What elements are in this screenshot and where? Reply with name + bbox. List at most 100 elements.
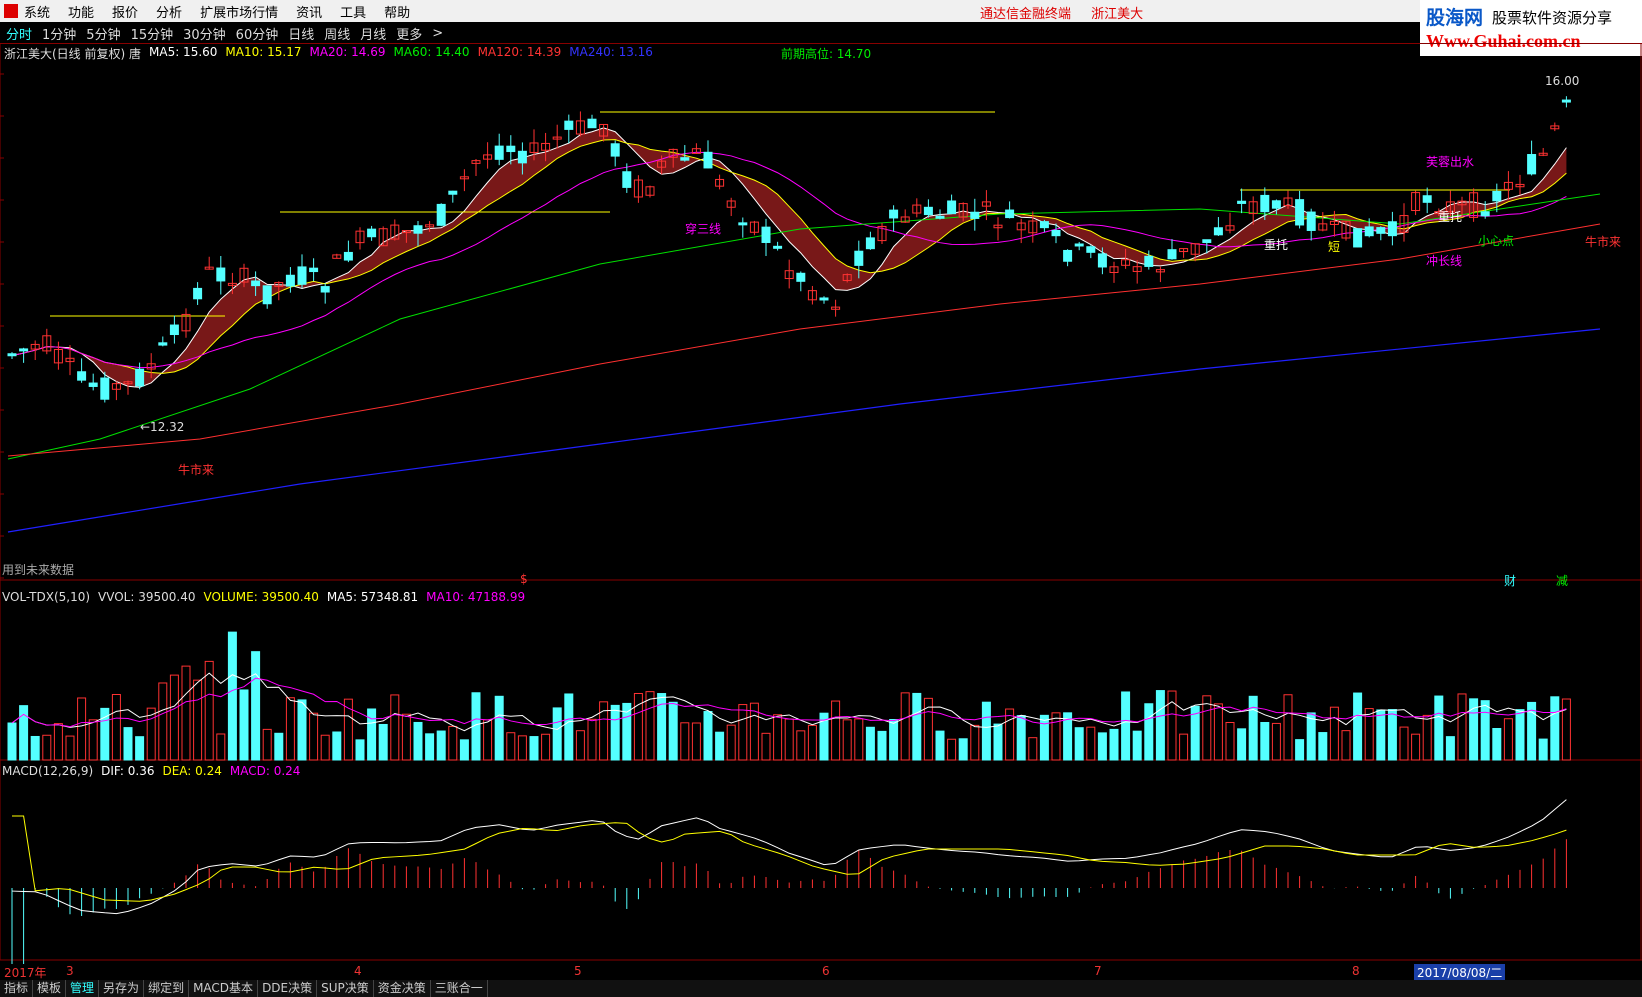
tab-macd-basic[interactable]: MACD基本 [189,980,259,997]
menu-help[interactable]: 帮助 [384,2,410,21]
menu-extended-market[interactable]: 扩展市场行情 [200,2,278,21]
tab-more[interactable]: 更多 [396,24,422,43]
volume-bar [610,704,620,761]
candle-body [436,203,446,226]
volume-bar [1434,695,1444,761]
candle-body [1353,228,1363,248]
volume-bar [262,728,272,761]
tab-60min[interactable]: 60分钟 [236,24,279,43]
candle-body [100,377,110,400]
volume-bar [1132,730,1142,761]
tab-intraday[interactable]: 分时 [6,24,32,43]
volume-bar [30,735,40,761]
menu-bar: 系统 功能 报价 分析 扩展市场行情 资讯 工具 帮助 通达信金融终端 浙江美大 [0,0,1642,22]
volume-bar [564,693,574,761]
tab-save-as[interactable]: 另存为 [99,980,145,997]
volume-bar [88,719,98,761]
volume-bar [703,711,713,761]
candle-body [1074,243,1084,247]
volume-bar [1051,712,1061,761]
candle-body [1387,221,1397,237]
volume-bar [1353,692,1363,761]
tab-bind-to[interactable]: 绑定到 [144,980,190,997]
tab-1min[interactable]: 1分钟 [42,24,76,43]
volume-bar [738,704,748,761]
tab-capital[interactable]: 资金决策 [374,980,431,997]
chart-grid [0,44,1642,961]
volume-bar [1213,703,1223,761]
vol-ma10: MA10: 47188.99 [426,590,526,604]
time-axis: 2017年 3 4 5 6 7 8 2017/08/08/二 [0,964,1642,981]
menu-tools[interactable]: 工具 [340,2,366,21]
volume-bar [1492,728,1502,761]
volume-bar [900,692,910,761]
volume-bar [784,718,794,761]
cross-three-label: 穿三线 [685,222,722,236]
volume-bar [7,722,17,761]
tab-30min[interactable]: 30分钟 [183,24,226,43]
brand-slogan: 股票软件资源分享 [1492,9,1613,27]
finance-marker[interactable]: 财 [1504,572,1516,589]
tab-manage[interactable]: 管理 [66,980,100,997]
chevron-right-icon[interactable]: > [432,26,443,41]
vol-indicator-name: VOL-TDX(5,10) [2,590,91,604]
tab-daily[interactable]: 日线 [288,24,314,43]
candle-body [1271,200,1281,209]
tab-indicator[interactable]: 指标 [0,980,34,997]
stock-title: 浙江美大 [1091,7,1144,22]
candle-body [158,342,168,346]
reduce-marker[interactable]: 减 [1556,572,1568,589]
volume-bar [459,739,469,761]
macd-dea-line [12,815,1567,902]
volume-bar [541,733,551,761]
tab-dde[interactable]: DDE决策 [258,980,318,997]
menu-quote[interactable]: 报价 [112,2,138,21]
volume-bar [367,708,377,761]
axis-year: 2017年 [4,966,47,980]
vol-volume: VOLUME: 39500.40 [203,590,319,604]
candle-body [1527,154,1537,175]
ma5-line [11,127,1567,388]
kline-chart[interactable] [0,44,1642,964]
volume-bar [425,733,435,761]
menu-system[interactable]: 系统 [24,2,50,21]
tab-weekly[interactable]: 周线 [324,24,350,43]
volume-bar [123,727,133,761]
volume-bar [1144,703,1154,761]
tab-sup[interactable]: SUP决策 [317,980,374,997]
volume-bar [1457,693,1467,761]
volume-bar [1329,706,1339,761]
volume-bar [761,732,771,761]
macd-dif: DIF: 0.36 [101,764,155,778]
tab-15min[interactable]: 15分钟 [131,24,174,43]
volume-bar [1306,712,1316,761]
volume-bar [1341,730,1351,761]
tab-template[interactable]: 模板 [33,980,67,997]
volume-bar [1260,721,1270,761]
tab-monthly[interactable]: 月线 [360,24,386,43]
tab-5min[interactable]: 5分钟 [86,24,120,43]
menu-function[interactable]: 功能 [68,2,94,21]
macd-indicator-name: MACD(12,26,9) [2,764,94,778]
low-price-label: ←12.32 [140,420,185,434]
volume-bar [158,682,168,761]
candle-body [1051,229,1061,237]
tab-three-in-one[interactable]: 三账合一 [431,980,488,997]
support-label-1: 重托 [1264,238,1289,252]
dollar-marker[interactable]: $ [520,572,528,586]
volume-bar [1016,715,1026,761]
volume-bar [436,730,446,761]
volume-bar [773,714,783,761]
volume-bar [332,731,342,761]
app-logo-icon [4,4,18,18]
menu-analysis[interactable]: 分析 [156,2,182,21]
volume-bar [807,724,817,761]
volume-bar [1271,722,1281,761]
menu-info[interactable]: 资讯 [296,2,322,21]
volume-legend: VOL-TDX(5,10) VVOL: 39500.40 VOLUME: 395… [2,590,533,604]
axis-current-date: 2017/08/08/二 [1414,964,1506,981]
macd-dea: DEA: 0.24 [162,764,222,778]
volume-bar [274,732,284,761]
ma10-line [11,139,1567,374]
ma-lines [7,111,1601,533]
